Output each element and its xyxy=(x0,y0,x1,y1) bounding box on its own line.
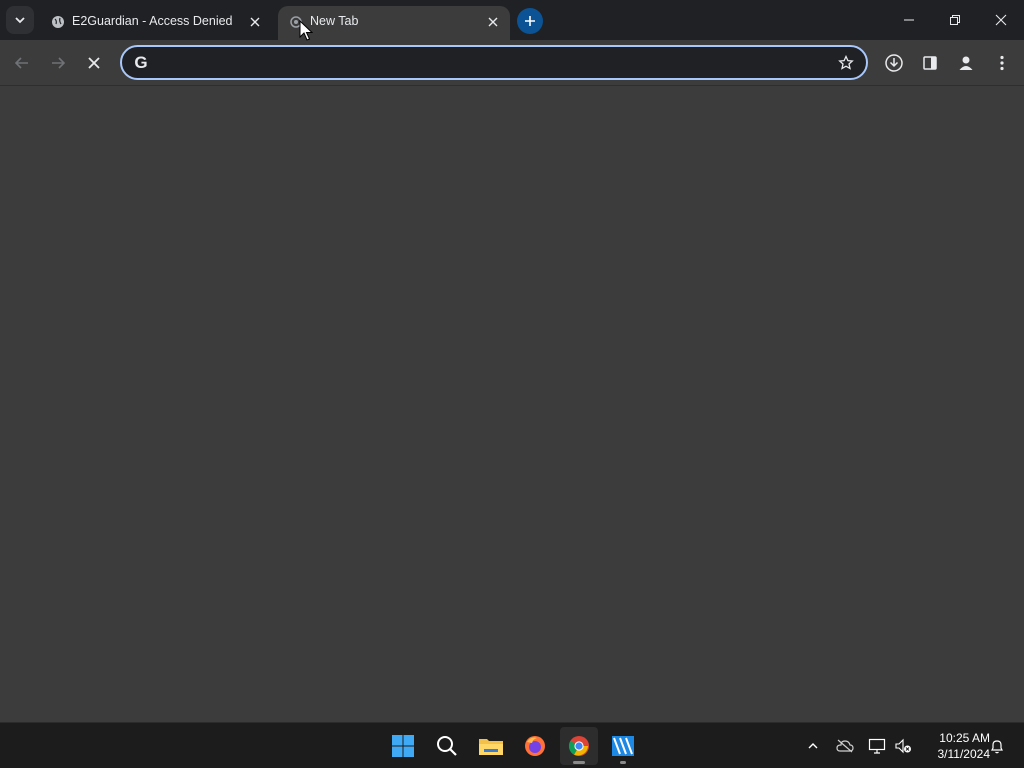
plus-icon xyxy=(525,16,535,26)
download-icon xyxy=(885,54,903,72)
close-icon[interactable] xyxy=(484,13,502,31)
close-icon xyxy=(995,14,1007,26)
app-icon[interactable] xyxy=(604,727,642,765)
arrow-left-icon xyxy=(14,57,28,69)
date: 3/11/2024 xyxy=(937,747,991,761)
tab-search-button[interactable] xyxy=(6,6,34,34)
volume-muted-icon[interactable] xyxy=(892,735,914,757)
time: 10:25 AM xyxy=(939,731,990,745)
chrome-icon[interactable] xyxy=(560,727,598,765)
address-input[interactable] xyxy=(158,52,818,74)
address-bar[interactable]: G xyxy=(120,45,868,80)
chevron-down-icon xyxy=(15,17,25,24)
onedrive-offline-icon[interactable] xyxy=(834,735,856,757)
clock[interactable]: 10:25 AM 3/11/2024 xyxy=(918,730,991,762)
tab-title: New Tab xyxy=(310,14,359,28)
restore-icon xyxy=(950,15,960,25)
search-icon[interactable] xyxy=(428,727,466,765)
star-icon[interactable] xyxy=(836,53,856,73)
menu-button[interactable] xyxy=(986,47,1018,79)
profile-icon xyxy=(959,56,973,70)
minimize-icon xyxy=(904,19,914,21)
running-indicator xyxy=(620,761,626,764)
side-panel-button[interactable] xyxy=(914,47,946,79)
side-panel-icon xyxy=(923,56,937,70)
minimize-button[interactable] xyxy=(886,0,932,40)
tab-strip: E2Guardian - Access Denied New Tab xyxy=(0,0,1024,40)
close-window-button[interactable] xyxy=(978,0,1024,40)
more-vert-icon xyxy=(1000,55,1004,71)
windows-start-icon[interactable] xyxy=(384,727,422,765)
active-indicator xyxy=(573,761,585,764)
close-icon[interactable] xyxy=(246,13,264,31)
network-icon[interactable] xyxy=(866,735,888,757)
page-content xyxy=(0,87,1024,721)
close-icon xyxy=(88,57,100,69)
restore-button[interactable] xyxy=(932,0,978,40)
arrow-right-icon xyxy=(52,57,66,69)
stop-button[interactable] xyxy=(78,47,110,79)
firefox-icon[interactable] xyxy=(516,727,554,765)
toolbar: G xyxy=(0,40,1024,86)
taskbar: 10:25 AM 3/11/2024 xyxy=(0,722,1024,768)
mouse-cursor-icon xyxy=(299,20,313,41)
tab-title: E2Guardian - Access Denied xyxy=(72,14,233,28)
chevron-up-icon[interactable] xyxy=(802,735,824,757)
notification-bell-icon[interactable] xyxy=(986,735,1008,757)
tab-e2guardian[interactable]: E2Guardian - Access Denied xyxy=(40,6,272,40)
globe-icon xyxy=(50,14,66,30)
downloads-button[interactable] xyxy=(878,47,910,79)
file-explorer-icon[interactable] xyxy=(472,727,510,765)
google-icon: G xyxy=(134,53,148,72)
new-tab-button[interactable] xyxy=(517,8,543,34)
profile-button[interactable] xyxy=(950,47,982,79)
back-button[interactable] xyxy=(6,47,38,79)
screen: E2Guardian - Access Denied New Tab G 10:… xyxy=(0,0,1024,768)
forward-button[interactable] xyxy=(42,47,74,79)
